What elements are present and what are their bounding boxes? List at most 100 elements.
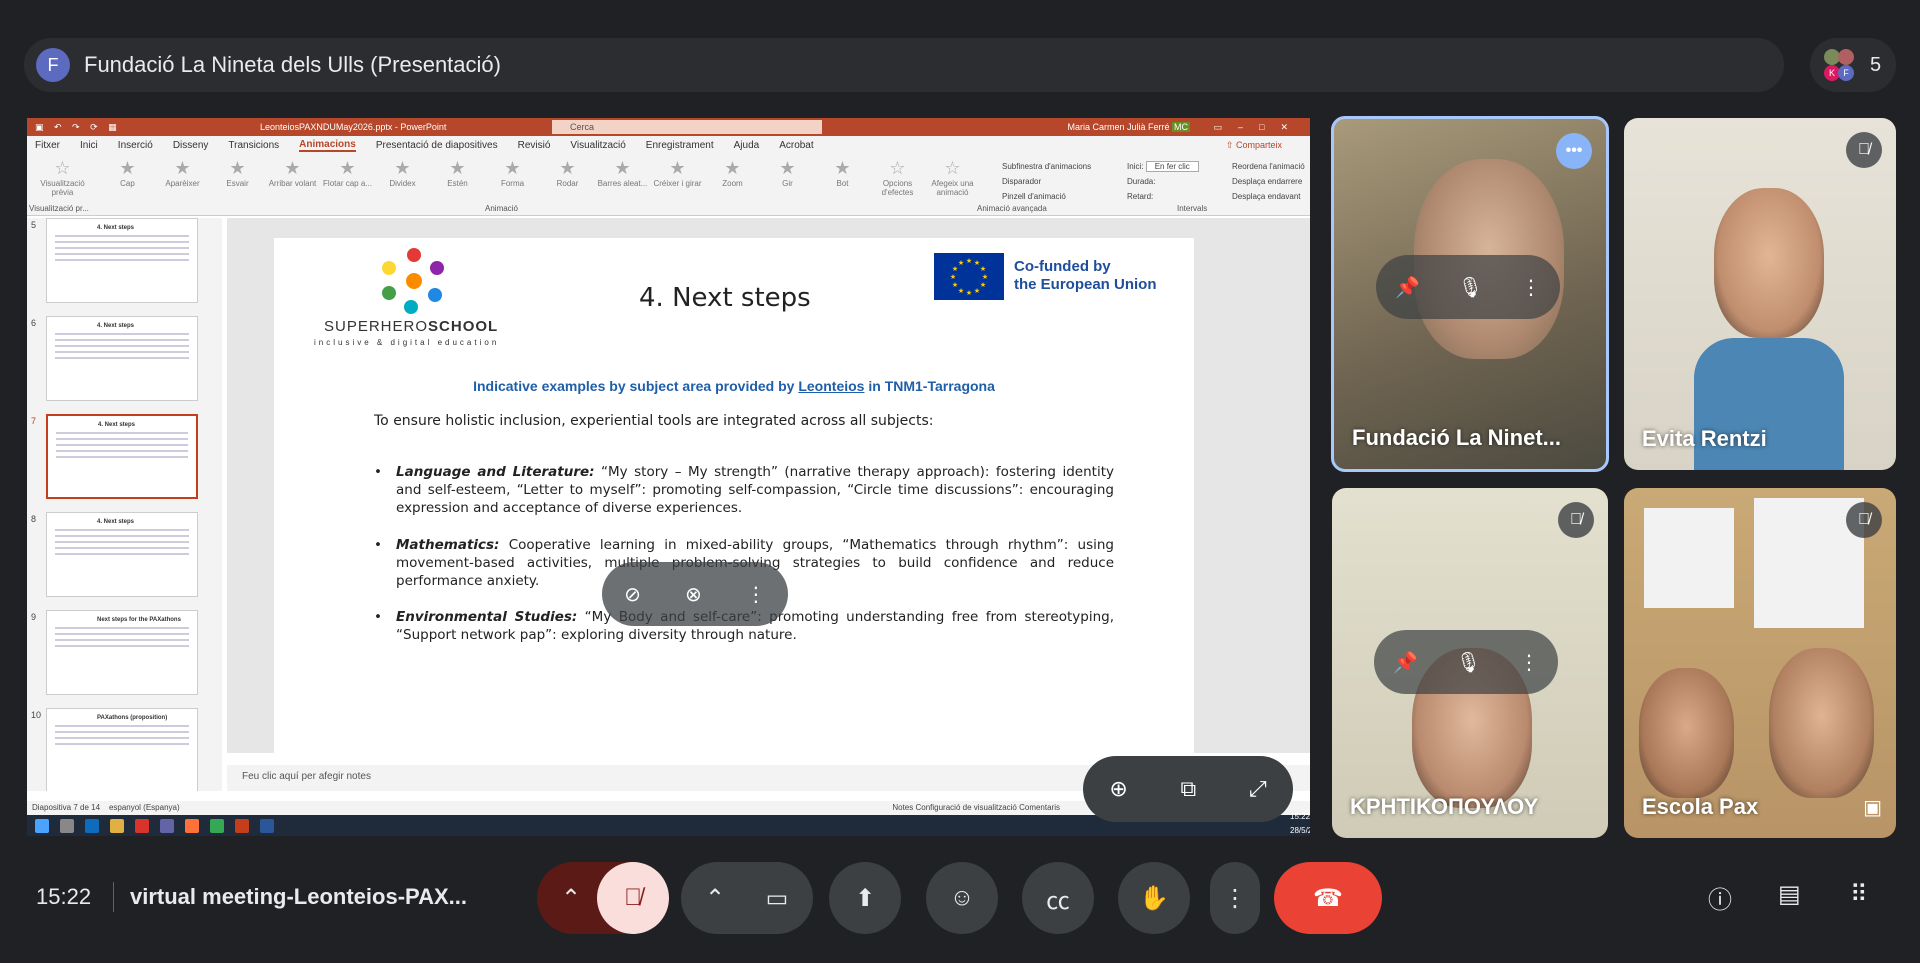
camera-button[interactable]: ▭ [741,862,813,934]
reorder-options[interactable]: Reordena l'animació Desplaça endarrere D… [1232,159,1305,204]
meeting-info-button[interactable]: ⓘ [1708,880,1732,915]
thumbnail-selected[interactable]: 4. Next steps [46,414,198,499]
outlook-icon[interactable] [85,818,99,833]
effect-bot[interactable]: ★ Bot [815,158,870,188]
menu-item[interactable]: Inici [80,140,98,151]
trigger-button[interactable]: Disparador [1002,174,1091,189]
more-options-icon[interactable]: ⋮ [746,582,766,607]
reactions-button[interactable]: ☺ [926,862,998,934]
language-status[interactable]: espanyol (Espanya) [109,803,180,812]
effect-options-button[interactable]: ☆ Opcions d'efectes [870,158,925,197]
animation-painter-button[interactable]: Pinzell d'animació [1002,189,1091,204]
menu-item[interactable]: Inserció [118,140,153,151]
effect-dividex[interactable]: ★ Dividex [375,158,430,188]
effect-gir[interactable]: ★ Gir [760,158,815,188]
effect-esvair[interactable]: ★ Esvair [210,158,265,188]
add-animation-button[interactable]: ☆ Afegeix una animació [925,158,980,197]
window-buttons[interactable]: ▭–□✕ [1214,122,1305,133]
menu-item[interactable]: Disseny [173,140,209,151]
chevron-up-icon[interactable]: ⌃ [705,884,725,913]
more-options-button[interactable]: ⋮ [1210,862,1260,934]
effect-cap[interactable]: ★ Cap [100,158,155,188]
mic-icon[interactable]: 🎙 [1458,275,1483,300]
effect-rodar[interactable]: ★ Rodar [540,158,595,188]
windows-start-icon[interactable] [35,818,49,833]
meeting-title-bar[interactable]: F Fundació La Nineta dels Ulls (Presenta… [24,38,1784,92]
pin-icon[interactable]: 📌 [1393,650,1418,675]
thumbnail[interactable]: 4. Next steps [46,218,198,303]
participant-tile[interactable]: ••• 📌 🎙 ⋮ Fundació La Ninet... [1331,116,1609,472]
effect-creixer[interactable]: ★ Créixer i girar [650,158,705,188]
chrome-icon[interactable] [210,818,224,833]
file-explorer-icon[interactable] [110,818,124,833]
pin-icon[interactable]: 📌 [1395,275,1420,300]
thumbnail-slide-9[interactable]: 9 Next steps for the PAXathons [27,610,222,700]
move-later-button[interactable]: Desplaça endavant [1232,189,1305,204]
effect-forma[interactable]: ★ Forma [485,158,540,188]
participant-tile[interactable]: 🎙̸ Escola Pax ▣ [1624,488,1896,838]
current-slide[interactable]: SUPERHEROSCHOOL inclusive & digital educ… [274,238,1194,754]
task-view-icon[interactable] [60,818,74,833]
captions-button[interactable]: ㏄ [1022,862,1094,934]
present-screen-button[interactable]: ⬆ [829,862,901,934]
effect-barres[interactable]: ★ Barres aleat... [595,158,650,188]
powerpoint-icon[interactable] [235,818,249,833]
effect-arribar-volant[interactable]: ★ Arribar volant [265,158,320,188]
menu-item[interactable]: Presentació de diapositives [376,140,498,151]
chat-button[interactable]: ▤ [1778,880,1801,909]
menu-item[interactable]: Revisió [518,140,551,151]
participant-tile[interactable]: 🎙̸ Evita Rentzi [1624,118,1896,470]
leave-call-button[interactable]: ☎ [1274,862,1382,934]
thumbnail-slide-7[interactable]: 7 4. Next steps [27,414,222,504]
ppt-search-box[interactable]: Cerca [552,120,822,134]
menu-item[interactable]: Acrobat [779,140,813,151]
preview-button[interactable]: ☆ Visualització prèvia [35,158,90,197]
unpin-icon[interactable]: ⊘ [624,582,641,607]
start-select[interactable]: En fer clic [1145,161,1199,172]
mute-presenter-icon[interactable]: ⊗ [685,582,702,607]
share-button[interactable]: ⇧ Comparteix [1226,140,1302,151]
fullscreen-icon[interactable]: ⤢ [1249,776,1267,802]
menu-item[interactable]: Visualització [570,140,625,151]
menu-item[interactable]: Ajuda [734,140,760,151]
effect-esten[interactable]: ★ Estén [430,158,485,188]
thumbnail-slide-10[interactable]: 10 PAXathons (proposition) [27,708,222,791]
effect-flotar[interactable]: ★ Flotar cap a... [320,158,375,188]
firefox-icon[interactable] [185,818,199,833]
effect-aparèixer[interactable]: ★ Aparèixer [155,158,210,188]
leonteios-link[interactable]: Leonteios [798,378,864,394]
thumbnail-slide-5[interactable]: 5 4. Next steps [27,218,222,308]
menu-item[interactable]: Transicions [228,140,279,151]
more-options-icon[interactable]: ••• [1556,133,1592,169]
participant-tile[interactable]: 🎙̸ 📌 🎙 ⋮ ΚΡΗΤΙΚΟΠΟΥΛΟΥ [1332,488,1608,838]
advanced-animation-options[interactable]: Subfinestra d'animacions Disparador Pinz… [1002,159,1091,204]
zoom-icon[interactable]: ⊕ [1109,776,1127,802]
participants-button[interactable]: K F 5 [1810,38,1896,92]
thumbnail[interactable]: PAXathons (proposition) [46,708,198,791]
raise-hand-button[interactable]: ✋ [1118,862,1190,934]
mic-icon[interactable]: 🎙 [1456,650,1481,675]
menu-item[interactable]: Enregistrament [646,140,714,151]
thumbnail[interactable]: Next steps for the PAXathons [46,610,198,695]
menu-item[interactable]: Fitxer [35,140,60,151]
thumbnail-slide-6[interactable]: 6 4. Next steps [27,316,222,406]
move-earlier-button[interactable]: Desplaça endarrere [1232,174,1305,189]
animation-pane-button[interactable]: Subfinestra d'animacions [1002,159,1091,174]
thumbnail-slide-8[interactable]: 8 4. Next steps [27,512,222,602]
menu-item-active[interactable]: Animacions [299,139,356,152]
word-icon[interactable] [260,818,274,833]
teams-icon[interactable] [160,818,174,833]
taskbar-clock[interactable]: 15:22 28/5/2026 [1290,812,1310,837]
view-options-status[interactable]: Notes Configuració de visualització Come… [892,801,1060,815]
thumbnail[interactable]: 4. Next steps [46,512,198,597]
effect-zoom[interactable]: ★ Zoom [705,158,760,188]
timing-options[interactable]: Inici: En fer clic Durada: Retard: [1127,159,1199,204]
acrobat-icon[interactable] [135,818,149,833]
thumbnail[interactable]: 4. Next steps [46,316,198,401]
quick-access-icons[interactable]: ▣ ↶ ↷ ⟳ ▦ [35,122,121,133]
activities-button[interactable]: ⠿ [1850,880,1868,909]
more-options-icon[interactable]: ⋮ [1521,275,1541,300]
chevron-up-icon[interactable]: ⌃ [561,884,581,913]
microphone-button[interactable]: 🎙̸ [597,862,669,934]
pop-out-icon[interactable]: ⧉ [1181,776,1197,802]
